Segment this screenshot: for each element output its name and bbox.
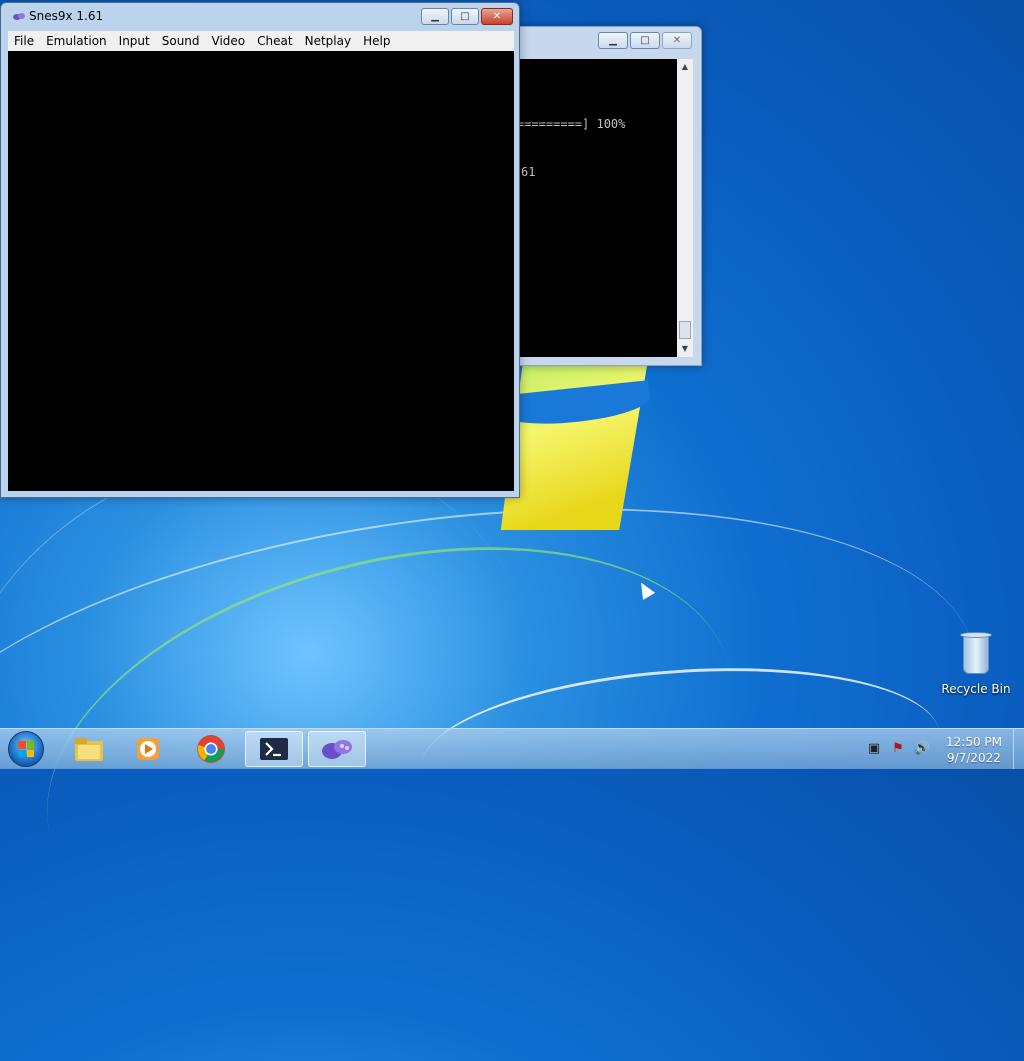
desktop-icon-recycle-bin[interactable]: Recycle Bin [938,630,1014,696]
windows-start-icon [18,741,34,757]
close-icon: ✕ [672,35,682,46]
emulator-screen[interactable] [8,51,514,491]
action-center-icon[interactable]: ⚑ [890,741,906,757]
vertical-scrollbar[interactable]: ▲ ▼ [677,59,693,357]
close-button[interactable]: ✕ [481,8,513,25]
menu-help[interactable]: Help [357,31,396,51]
menu-video[interactable]: Video [206,31,252,51]
file-explorer-icon [75,738,103,761]
powershell-icon [260,738,288,760]
menu-sound[interactable]: Sound [156,31,206,51]
volume-icon[interactable]: 🔊 [914,741,930,757]
scroll-thumb[interactable] [679,321,691,339]
console-titlebar[interactable]: ▁ □ ✕ [501,27,701,55]
recycle-bin-icon [959,630,993,674]
taskbar-chrome[interactable] [182,731,240,767]
start-button[interactable] [8,731,44,767]
system-tray: ▣ ⚑ 🔊 [866,741,930,757]
window-title: Snes9x 1.61 [29,9,104,23]
scroll-up-icon[interactable]: ▲ [677,59,693,75]
minimize-button[interactable]: ▁ [421,8,449,25]
menu-emulation[interactable]: Emulation [40,31,113,51]
maximize-button[interactable]: □ [630,32,660,49]
minimize-icon: ▁ [609,35,617,46]
scroll-down-icon[interactable]: ▼ [677,341,693,357]
network-icon[interactable]: ▣ [866,741,882,757]
taskbar-snes9x[interactable] [308,731,366,767]
window-controls: ▁ □ ✕ [421,8,513,25]
minimize-button[interactable]: ▁ [598,32,628,49]
maximize-icon: □ [640,35,650,46]
taskbar-powershell[interactable] [245,731,303,767]
show-desktop-button[interactable] [1013,729,1024,769]
maximize-icon: □ [460,11,470,22]
console-output[interactable]: =========] 100% 61 [517,59,677,357]
snes9x-window[interactable]: Snes9x 1.61 ▁ □ ✕ File Emulation Input S… [0,2,520,498]
close-button[interactable]: ✕ [662,32,692,49]
desktop-icon-label: Recycle Bin [941,682,1011,696]
menu-cheat[interactable]: Cheat [251,31,298,51]
clock-date: 9/7/2022 [947,751,1001,765]
close-icon: ✕ [492,11,502,22]
media-player-icon [137,738,159,760]
menu-bar: File Emulation Input Sound Video Cheat N… [8,31,514,51]
snes-controller-icon [13,13,25,20]
menu-input[interactable]: Input [113,31,156,51]
console-line: 61 [521,165,536,179]
chrome-icon [197,735,225,763]
console-window[interactable]: ▁ □ ✕ =========] 100% 61 ▲ ▼ [500,26,702,366]
taskbar-media-player[interactable] [120,731,178,767]
mouse-cursor-icon [635,579,656,600]
taskbar-clock[interactable]: 12:50 PM 9/7/2022 [938,734,1010,766]
clock-time: 12:50 PM [946,735,1002,749]
minimize-icon: ▁ [431,11,439,22]
taskbar: ▣ ⚑ 🔊 12:50 PM 9/7/2022 [0,728,1024,769]
console-line: =========] 100% [517,117,626,131]
snes9x-titlebar[interactable]: Snes9x 1.61 ▁ □ ✕ [1,3,519,31]
snes9x-icon [322,740,352,759]
menu-file[interactable]: File [8,31,40,51]
window-controls: ▁ □ ✕ [598,32,692,49]
menu-netplay[interactable]: Netplay [299,31,357,51]
taskbar-file-explorer[interactable] [60,731,118,767]
maximize-button[interactable]: □ [451,8,479,25]
